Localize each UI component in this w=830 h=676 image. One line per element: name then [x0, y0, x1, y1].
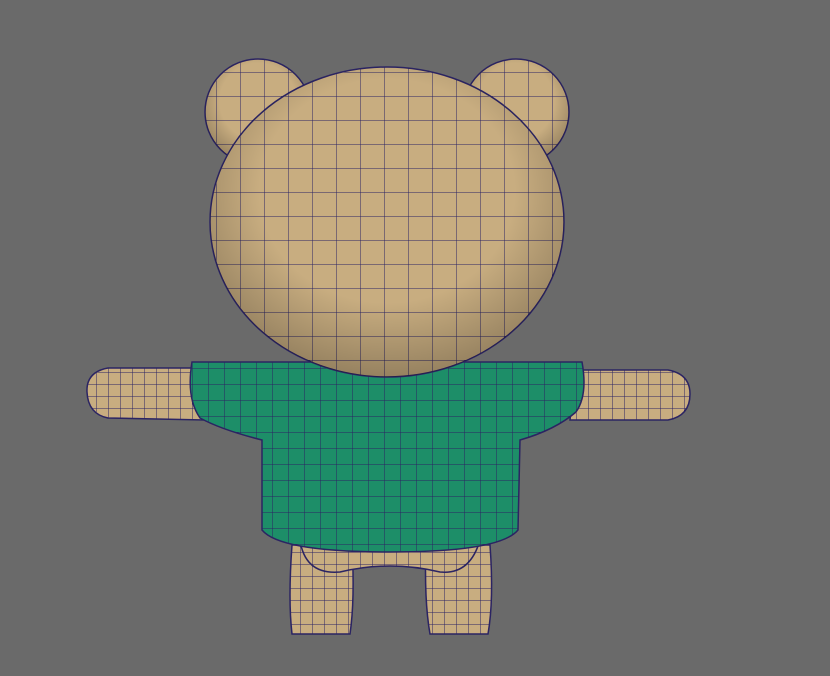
head[interactable] [209, 66, 565, 378]
left-arm[interactable] [86, 367, 206, 421]
3d-viewport[interactable] [0, 0, 830, 676]
right-arm[interactable] [569, 369, 691, 421]
